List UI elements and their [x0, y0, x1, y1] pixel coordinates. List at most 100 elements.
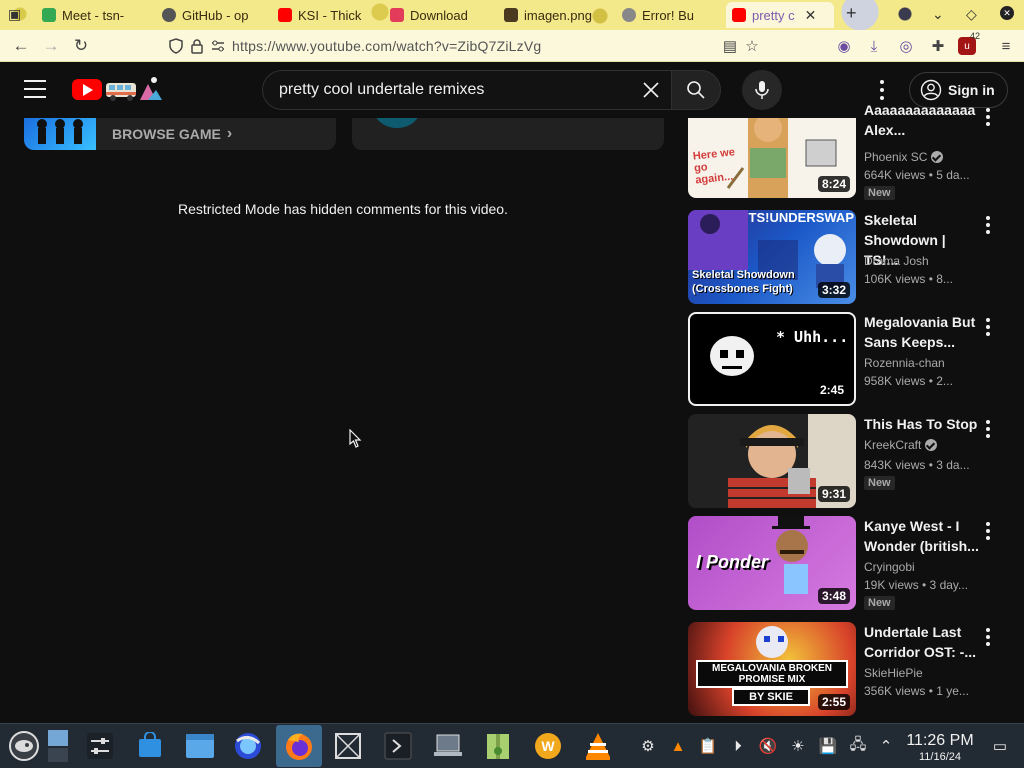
channel-name[interactable]: KreekCraft — [864, 438, 938, 452]
recommended-video[interactable]: TS!UNDERSWAP Skeletal Showdown (Crossbon… — [688, 210, 1006, 304]
thumbnail-caption: MEGALOVANIA BROKEN PROMISE MIX — [696, 660, 848, 688]
search-input[interactable]: pretty cool undertale remixes — [262, 70, 672, 110]
kde-connect-tray-icon[interactable]: ⚙ — [638, 736, 658, 756]
game-thumbnail — [24, 118, 96, 150]
screenshot-tool-icon[interactable] — [330, 728, 366, 764]
lock-icon[interactable] — [190, 38, 204, 54]
downloads-icon[interactable]: ⤓ — [862, 34, 886, 58]
clear-search-icon[interactable] — [631, 70, 671, 110]
brightness-tray-icon[interactable]: ☀ — [788, 736, 808, 756]
close-tab-icon[interactable]: ✕ — [805, 7, 817, 24]
channel-name[interactable]: SkieHiePie — [864, 666, 923, 680]
thumbnail-caption: I Ponder — [696, 552, 769, 572]
video-more-icon[interactable] — [982, 216, 994, 234]
system-clock[interactable]: 11:26 PM 11/16/24 — [904, 732, 976, 764]
video-title[interactable]: This Has To Stop — [864, 414, 980, 434]
reload-icon[interactable]: ↻ — [66, 31, 96, 61]
permissions-icon[interactable] — [210, 38, 226, 54]
channel-name[interactable]: Cryingobi — [864, 560, 915, 574]
tab-list-icon[interactable]: ▣ — [8, 6, 21, 23]
app-menu-icon[interactable]: ≡ — [994, 34, 1018, 58]
start-menu-icon[interactable] — [6, 728, 42, 764]
video-title[interactable]: Kanye West - I Wonder (british... — [864, 516, 980, 556]
disk-tray-icon[interactable]: 💾 — [818, 736, 838, 756]
forward-arrow-icon[interactable]: → — [36, 31, 66, 61]
virtual-desktop-icon[interactable] — [46, 728, 70, 764]
channel-name[interactable]: Rozennia-chan — [864, 356, 945, 370]
video-thumbnail[interactable]: 9:31 — [688, 414, 856, 508]
clipboard-tray-icon[interactable]: 📋 — [698, 736, 718, 756]
video-more-icon[interactable] — [982, 318, 994, 336]
tab-github[interactable]: GitHub - op — [156, 2, 256, 28]
video-title[interactable]: Aaaaaaaaaaaaaa Alex... — [864, 100, 980, 140]
video-title[interactable]: Megalovania But Sans Keeps... — [864, 312, 980, 352]
browse-game-link[interactable]: BROWSE GAME › — [112, 118, 232, 150]
channel-name[interactable]: Phoenix SC — [864, 150, 944, 164]
network-tray-icon[interactable]: 🖧 — [848, 736, 868, 756]
recommended-video[interactable]: I Ponder 3:48 Kanye West - I Wonder (bri… — [688, 516, 1006, 610]
video-meta: 664K views • 5 da... — [864, 168, 970, 182]
verified-check-icon — [925, 439, 938, 451]
channel-name[interactable]: Drama Josh — [864, 254, 929, 268]
video-thumbnail[interactable]: Here we go again... 8:24 — [688, 118, 856, 198]
recommended-video[interactable]: * Uhh... 2:45 Megalovania But Sans Keeps… — [688, 312, 1006, 406]
shield-icon[interactable] — [168, 38, 184, 54]
minimize-diamond-icon[interactable]: ◇ — [966, 6, 977, 23]
user-avatar-icon — [920, 79, 942, 101]
tab-imagen[interactable]: imagen.png — [498, 2, 602, 28]
back-arrow-icon[interactable]: ← — [6, 31, 36, 61]
channel-label: Cryingobi — [864, 560, 915, 574]
firefox-icon[interactable] — [276, 725, 322, 767]
image-favicon-icon — [504, 8, 518, 22]
account-icon[interactable]: ◎ — [894, 34, 918, 58]
file-manager-icon[interactable] — [182, 728, 218, 764]
video-thumbnail[interactable]: * Uhh... 2:45 — [688, 312, 856, 406]
chevron-down-icon[interactable]: ⌄ — [932, 6, 944, 23]
tab-ksi[interactable]: KSI - Thick — [272, 2, 372, 28]
video-more-icon[interactable] — [982, 420, 994, 438]
video-thumbnail[interactable]: TS!UNDERSWAP Skeletal Showdown (Crossbon… — [688, 210, 856, 304]
pocket-icon[interactable]: ◉ — [832, 34, 856, 58]
vlc-icon[interactable] — [580, 728, 616, 764]
game-card-2[interactable] — [352, 118, 664, 150]
wps-writer-icon[interactable]: W — [530, 728, 566, 764]
video-title[interactable]: Undertale Last Corridor OST: -... — [864, 622, 980, 662]
video-thumbnail[interactable]: MEGALOVANIA BROKEN PROMISE MIX BY SKIE 2… — [688, 622, 856, 716]
tab-meet[interactable]: Meet - tsn- — [36, 2, 148, 28]
recommended-video[interactable]: 9:31 This Has To Stop KreekCraft 843K vi… — [688, 414, 1006, 508]
extensions-icon[interactable]: ✚ — [926, 34, 950, 58]
youtube-logo-icon[interactable] — [72, 79, 102, 100]
volume-muted-icon[interactable]: 🔇 — [758, 736, 778, 756]
settings-more-icon[interactable] — [870, 78, 894, 102]
thumbnail-caption: Skeletal Showdown (Crossbones Fight) — [692, 269, 795, 295]
archive-manager-icon[interactable] — [480, 728, 516, 764]
terminal-icon[interactable] — [380, 728, 416, 764]
new-tab-icon[interactable]: + — [846, 3, 857, 24]
menu-hamburger-icon[interactable] — [24, 80, 46, 98]
recommended-video[interactable]: Here we go again... 8:24 Aaaaaaaaaaaaaa … — [688, 102, 1006, 200]
vlc-tray-icon[interactable]: ▲ — [668, 736, 688, 756]
tab-label: imagen.png — [524, 7, 592, 23]
tab-download[interactable]: Download — [384, 2, 484, 28]
browser-alt-icon[interactable] — [230, 728, 266, 764]
doodle-bus-icon[interactable] — [104, 74, 164, 104]
tab-pretty-active[interactable]: pretty c ✕ — [726, 2, 834, 28]
video-thumbnail[interactable]: I Ponder 3:48 — [688, 516, 856, 610]
video-more-icon[interactable] — [982, 108, 994, 126]
game-card[interactable]: BROWSE GAME › — [24, 118, 336, 150]
show-desktop-icon[interactable]: ▭ — [990, 736, 1010, 756]
discover-store-icon[interactable] — [132, 728, 168, 764]
media-player-tray-icon[interactable]: ⏵ — [728, 736, 748, 756]
bookmark-star-icon[interactable]: ☆ — [740, 34, 764, 58]
video-more-icon[interactable] — [982, 628, 994, 646]
recommended-video[interactable]: MEGALOVANIA BROKEN PROMISE MIX BY SKIE 2… — [688, 622, 1006, 716]
reader-view-icon[interactable]: ▤ — [718, 34, 742, 58]
close-window-icon[interactable]: ✕ — [1000, 6, 1014, 20]
url-bar[interactable]: https://www.youtube.com/watch?v=ZibQ7ZiL… — [160, 33, 766, 59]
tab-error[interactable]: Error! Bu — [616, 2, 720, 28]
video-duration: 2:45 — [815, 382, 848, 398]
laptop-icon[interactable] — [430, 728, 466, 764]
system-settings-icon[interactable] — [82, 728, 118, 764]
show-hidden-icons-chevron-icon[interactable]: ⌃ — [876, 736, 896, 756]
video-more-icon[interactable] — [982, 522, 994, 540]
